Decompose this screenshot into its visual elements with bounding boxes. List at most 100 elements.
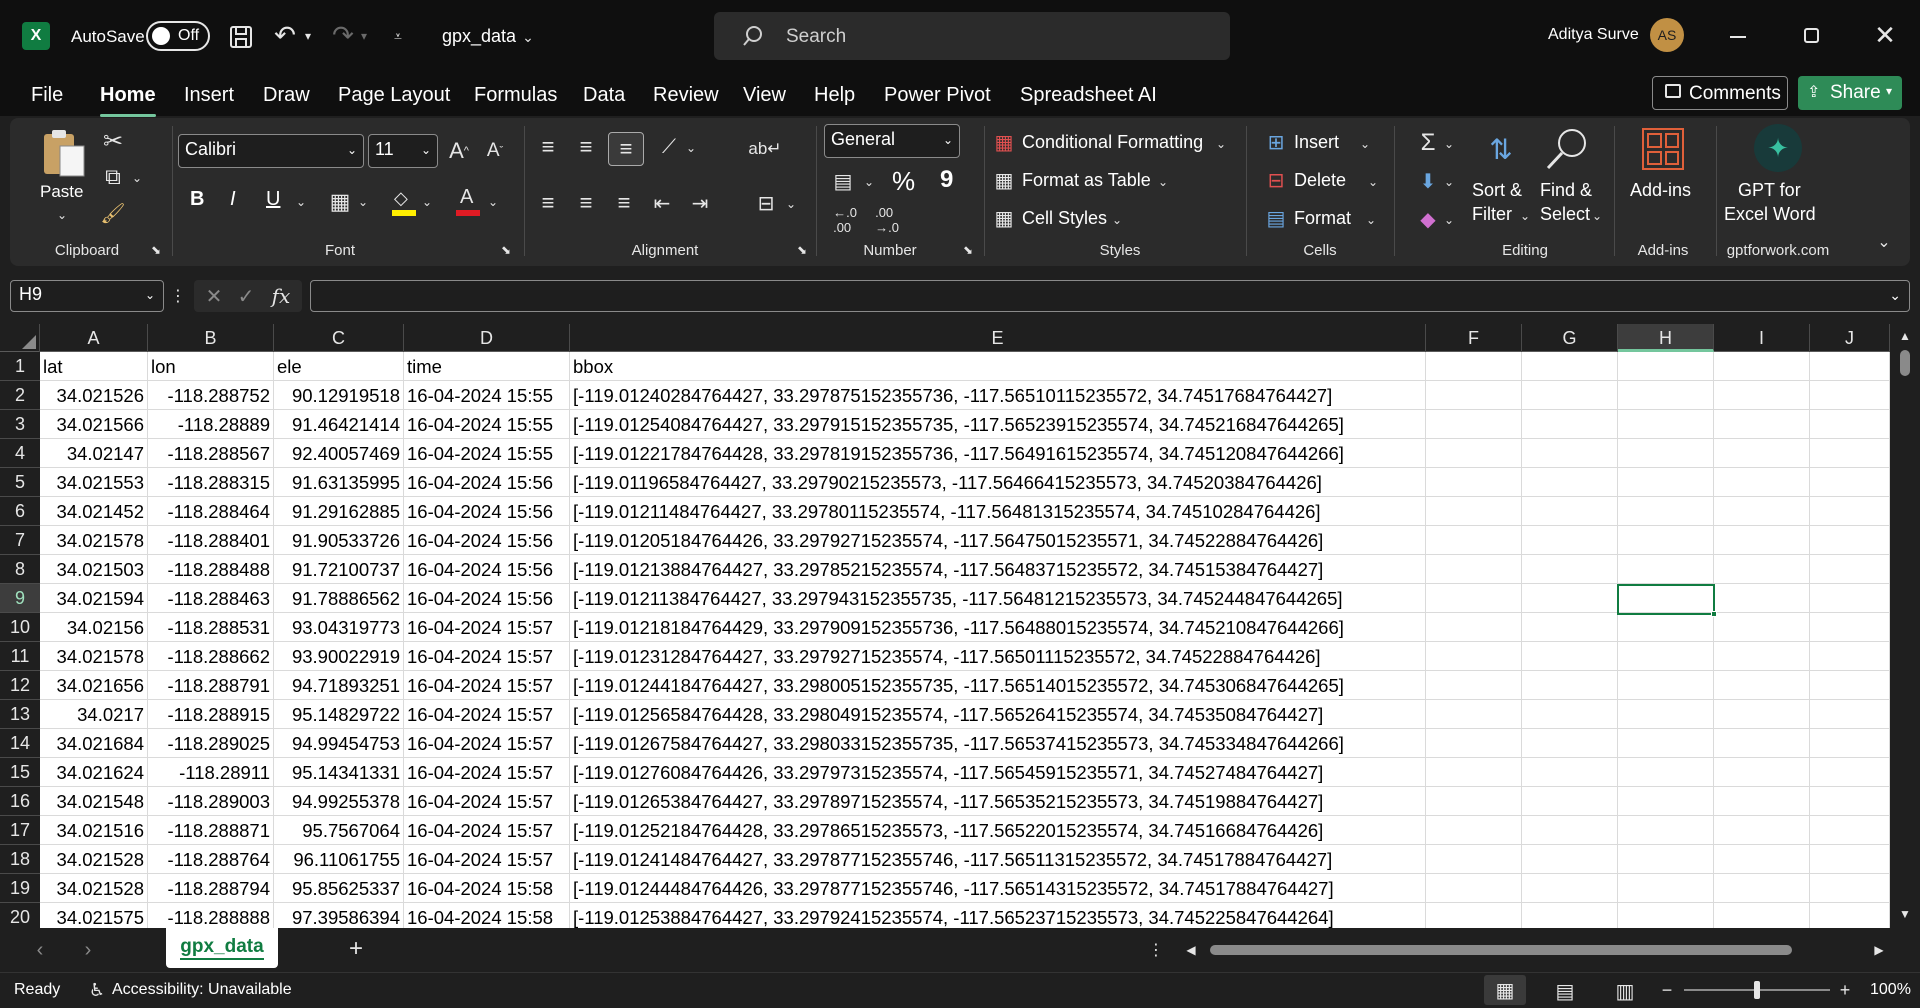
cell-d7[interactable]: 16-04-2024 15:56 — [404, 526, 570, 555]
row-header[interactable]: 13 — [0, 700, 40, 729]
find-select-icon[interactable] — [1544, 126, 1590, 172]
clipboard-launcher-icon[interactable]: ⬊ — [148, 242, 164, 258]
tab-view[interactable]: View — [743, 84, 786, 107]
cell-c2[interactable]: 90.12919518 — [274, 381, 404, 410]
fill-color-dropdown-icon[interactable]: ⌄ — [420, 192, 434, 212]
cell-d15[interactable]: 16-04-2024 15:57 — [404, 758, 570, 787]
horizontal-scroll-thumb[interactable] — [1210, 945, 1792, 955]
cell-d8[interactable]: 16-04-2024 15:56 — [404, 555, 570, 584]
italic-button[interactable]: I — [230, 188, 236, 211]
cell-c20[interactable]: 97.39586394 — [274, 903, 404, 928]
cell-c12[interactable]: 94.71893251 — [274, 671, 404, 700]
formula-input[interactable]: ⌄ — [310, 280, 1910, 312]
format-painter-icon[interactable]: 🖌 — [98, 198, 128, 228]
percent-style-button[interactable]: % — [892, 166, 915, 197]
cell-f8[interactable] — [1426, 555, 1522, 584]
customize-toolbar-icon[interactable]: ⩡ — [388, 24, 408, 48]
cell-f18[interactable] — [1426, 845, 1522, 874]
cell-a8[interactable]: 34.021503 — [40, 555, 148, 584]
borders-dropdown-icon[interactable]: ⌄ — [356, 192, 370, 212]
cell-c4[interactable]: 92.40057469 — [274, 439, 404, 468]
cell-a3[interactable]: 34.021566 — [40, 410, 148, 439]
number-format-select[interactable]: General ⌄ — [824, 124, 960, 158]
zoom-slider-thumb[interactable] — [1754, 981, 1760, 999]
cell-e8[interactable]: [-119.01213884764427, 33.29785215235574,… — [570, 555, 1426, 584]
cut-icon[interactable]: ✂ — [98, 126, 128, 156]
cell-d16[interactable]: 16-04-2024 15:57 — [404, 787, 570, 816]
autosum-dropdown-icon[interactable]: ⌄ — [1442, 134, 1456, 154]
cell-b14[interactable]: -118.289025 — [148, 729, 274, 758]
cell-styles-icon[interactable]: ▦ — [990, 204, 1018, 232]
cell-h13[interactable] — [1618, 700, 1714, 729]
cell-e2[interactable]: [-119.01240284764427, 33.297875152355736… — [570, 381, 1426, 410]
cell-f7[interactable] — [1426, 526, 1522, 555]
increase-indent-icon[interactable]: ⇥ — [684, 188, 716, 218]
cell-f19[interactable] — [1426, 874, 1522, 903]
tab-insert[interactable]: Insert — [184, 84, 234, 107]
cell-g16[interactable] — [1522, 787, 1618, 816]
cell-h8[interactable] — [1618, 555, 1714, 584]
row-header[interactable]: 3 — [0, 410, 40, 439]
normal-view-icon[interactable]: ▦ — [1484, 975, 1526, 1005]
cell-a2[interactable]: 34.021526 — [40, 381, 148, 410]
number-launcher-icon[interactable]: ⬊ — [960, 242, 976, 258]
cell-d14[interactable]: 16-04-2024 15:57 — [404, 729, 570, 758]
font-size-select[interactable]: 11 ⌄ — [368, 134, 438, 168]
cell-f15[interactable] — [1426, 758, 1522, 787]
cell-j3[interactable] — [1810, 410, 1890, 439]
paste-label[interactable]: Paste — [40, 182, 83, 202]
align-center-icon[interactable]: ≡ — [570, 188, 602, 218]
cell-j16[interactable] — [1810, 787, 1890, 816]
cell-c17[interactable]: 95.7567064 — [274, 816, 404, 845]
cell-d20[interactable]: 16-04-2024 15:58 — [404, 903, 570, 928]
cell-g14[interactable] — [1522, 729, 1618, 758]
redo-icon[interactable]: ↷ — [328, 20, 358, 50]
tab-spreadsheet-ai[interactable]: Spreadsheet AI — [1020, 84, 1157, 107]
row-header[interactable]: 5 — [0, 468, 40, 497]
borders-icon[interactable]: ▦ — [326, 188, 354, 216]
cell-e20[interactable]: [-119.01253884764427, 33.29792415235574,… — [570, 903, 1426, 928]
cell-i10[interactable] — [1714, 613, 1810, 642]
paste-icon[interactable] — [42, 128, 86, 178]
cell-i14[interactable] — [1714, 729, 1810, 758]
sort-filter-line2[interactable]: Filter — [1472, 204, 1512, 225]
column-header-j[interactable]: J — [1810, 324, 1890, 352]
decrease-indent-icon[interactable]: ⇤ — [646, 188, 678, 218]
comments-button[interactable]: Comments — [1652, 76, 1788, 110]
cell-e16[interactable]: [-119.01265384764427, 33.29789715235574,… — [570, 787, 1426, 816]
cell-d2[interactable]: 16-04-2024 15:55 — [404, 381, 570, 410]
cell-a18[interactable]: 34.021528 — [40, 845, 148, 874]
cell-c14[interactable]: 94.99454753 — [274, 729, 404, 758]
delete-cells-icon[interactable]: ⊟ — [1262, 166, 1290, 194]
cell-c10[interactable]: 93.04319773 — [274, 613, 404, 642]
cell-b13[interactable]: -118.288915 — [148, 700, 274, 729]
delete-cells-button[interactable]: Delete — [1294, 170, 1346, 191]
scroll-left-icon[interactable]: ◀ — [1184, 942, 1198, 958]
cell-e15[interactable]: [-119.01276084764426, 33.29797315235574,… — [570, 758, 1426, 787]
cell-a16[interactable]: 34.021548 — [40, 787, 148, 816]
cell-h1[interactable] — [1618, 352, 1714, 381]
cell-a17[interactable]: 34.021516 — [40, 816, 148, 845]
cell-j6[interactable] — [1810, 497, 1890, 526]
underline-dropdown-icon[interactable]: ⌄ — [294, 192, 308, 212]
clear-icon[interactable]: ◆ — [1414, 204, 1442, 234]
row-header[interactable]: 18 — [0, 845, 40, 874]
cell-i12[interactable] — [1714, 671, 1810, 700]
cell-g4[interactable] — [1522, 439, 1618, 468]
cell-g7[interactable] — [1522, 526, 1618, 555]
conditional-formatting-icon[interactable]: ▦ — [990, 128, 1018, 156]
orientation-dropdown-icon[interactable]: ⌄ — [684, 138, 698, 158]
format-cells-icon[interactable]: ▤ — [1262, 204, 1290, 232]
vertical-scroll-thumb[interactable] — [1900, 350, 1910, 376]
row-header[interactable]: 20 — [0, 903, 40, 928]
column-header-c[interactable]: C — [274, 324, 404, 352]
tab-page-layout[interactable]: Page Layout — [338, 84, 450, 107]
cell-b15[interactable]: -118.28911 — [148, 758, 274, 787]
cell-f4[interactable] — [1426, 439, 1522, 468]
comma-style-button[interactable]: 9 — [940, 166, 953, 194]
decrease-font-size-icon[interactable]: Aˇ — [480, 136, 510, 166]
zoom-in-icon[interactable]: + — [1836, 979, 1854, 1001]
orientation-icon[interactable]: ⟋ — [654, 132, 684, 162]
cell-g10[interactable] — [1522, 613, 1618, 642]
cell-i16[interactable] — [1714, 787, 1810, 816]
